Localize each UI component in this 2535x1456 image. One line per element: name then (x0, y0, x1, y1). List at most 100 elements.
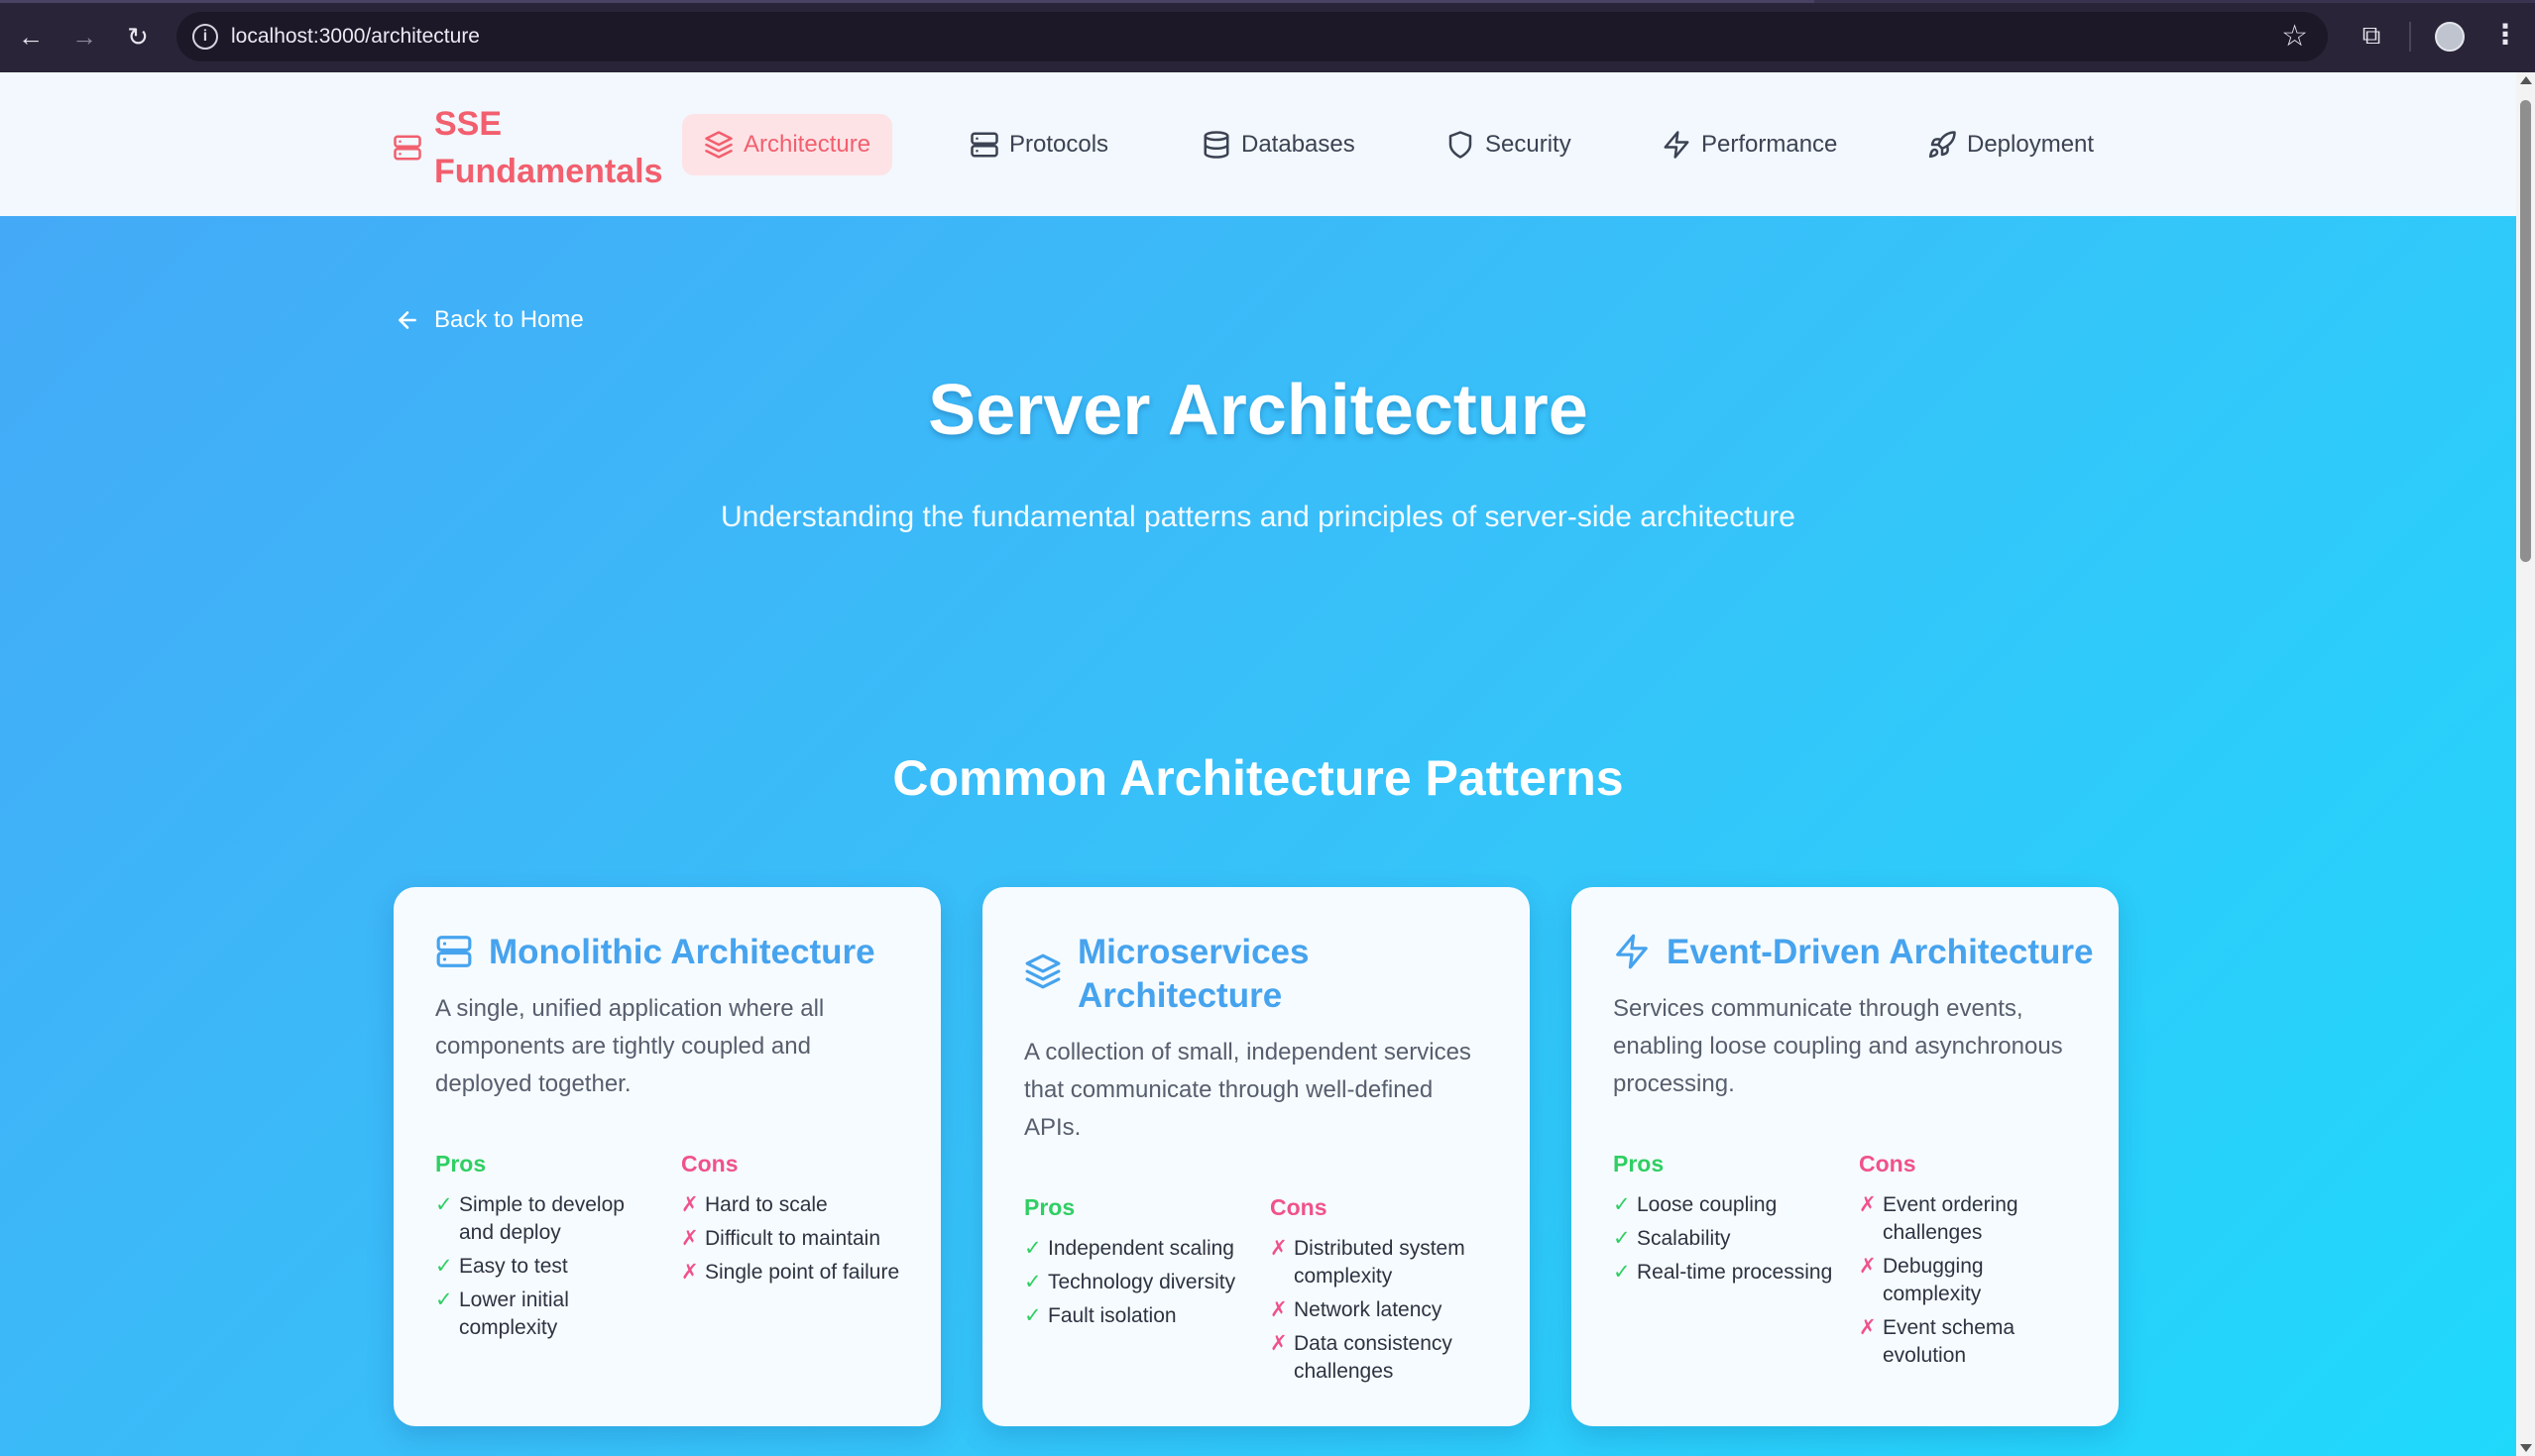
card-description: Services communicate through events, ena… (1613, 995, 2063, 1097)
nav-item-label: Databases (1241, 131, 1355, 158)
check-icon: ✓ (435, 1193, 453, 1216)
nav-item-protocols[interactable]: Protocols (948, 114, 1130, 175)
cons-heading: Cons (1859, 1151, 1916, 1176)
pros-item: ✓ Simple to develop and deploy (435, 1191, 663, 1247)
cons-item: ✗ Network latency (1270, 1296, 1498, 1324)
cross-icon: ✗ (1270, 1237, 1288, 1260)
pros-item: ✓ Scalability (1613, 1225, 1841, 1253)
check-icon: ✓ (1024, 1271, 1042, 1293)
tab-strip-line (0, 0, 2535, 3)
tab-strip-segment (0, 0, 1814, 3)
back-to-home-link[interactable]: Back to Home (395, 306, 584, 334)
scroll-up-arrow-icon[interactable] (2520, 76, 2532, 84)
page-title: Server Architecture (928, 371, 1588, 450)
pros-item-text: Loose coupling (1637, 1193, 1778, 1216)
cons-item-text: Event ordering challenges (1883, 1193, 2018, 1244)
pros-item: ✓ Fault isolation (1024, 1302, 1252, 1330)
scrollbar-thumb[interactable] (2520, 100, 2531, 562)
nav-item-databases[interactable]: Databases (1180, 114, 1377, 175)
pros-item: ✓ Easy to test (435, 1253, 663, 1281)
cons-item: ✗ Distributed system complexity (1270, 1235, 1498, 1290)
top-navbar: SSE Fundamentals Architecture Protocols … (0, 72, 2516, 216)
pattern-card-microservices: Microservices Architecture A collection … (982, 887, 1530, 1426)
pros-item: ✓ Lower initial complexity (435, 1287, 663, 1342)
cross-icon: ✗ (681, 1193, 699, 1216)
nav-item-security[interactable]: Security (1424, 114, 1593, 175)
card-title: Monolithic Architecture (489, 933, 875, 971)
cross-icon: ✗ (1859, 1193, 1877, 1216)
server-icon (394, 135, 421, 161)
pros-item-text: Scalability (1637, 1227, 1731, 1250)
browser-menu-icon[interactable]: ⋮ (2490, 18, 2520, 52)
nav-item-performance[interactable]: Performance (1640, 114, 1859, 175)
brand-logo[interactable]: SSE Fundamentals (393, 100, 672, 195)
cons-column: Cons ✗ Hard to scale ✗ Difficult to mainta… (681, 1151, 909, 1292)
forward-arrow-icon[interactable]: → (67, 20, 101, 54)
pros-column: Pros ✓ Loose coupling ✓ Scalability ✓ Real-… (1613, 1151, 1841, 1292)
rocket-icon (1928, 131, 1956, 159)
layers-icon (1025, 953, 1061, 989)
back-arrow-icon[interactable]: ← (14, 20, 48, 54)
nav-item-label: Deployment (1967, 131, 2095, 158)
cross-icon: ✗ (1859, 1255, 1877, 1278)
pros-column: Pros ✓ Independent scaling ✓ Technology di… (1024, 1194, 1252, 1336)
cons-column: Cons ✗ Event ordering challenges ✗ Debuggi… (1859, 1151, 2087, 1376)
cons-item-text: Event schema evolution (1883, 1316, 2016, 1367)
pros-item-text: Real-time processing (1637, 1261, 1833, 1284)
cons-item-text: Hard to scale (705, 1193, 828, 1216)
cross-icon: ✗ (1270, 1332, 1288, 1355)
nav-item-label: Architecture (744, 131, 871, 158)
cons-heading: Cons (1270, 1194, 1327, 1220)
cons-item-text: Network latency (1294, 1298, 1442, 1321)
page-scrollbar[interactable] (2516, 72, 2535, 1456)
card-header: Microservices Architecture (1024, 931, 1415, 1018)
address-bar[interactable]: i localhost:3000/architecture ☆ (176, 12, 2328, 61)
nav-item-label: Protocols (1009, 131, 1109, 158)
pros-item-text: Technology diversity (1048, 1271, 1236, 1293)
page-subtitle: Understanding the fundamental patterns a… (721, 501, 1795, 533)
check-icon: ✓ (1024, 1304, 1042, 1327)
pros-item: ✓ Loose coupling (1613, 1191, 1841, 1219)
address-url[interactable]: localhost:3000/architecture (231, 24, 480, 50)
nav-item-deployment[interactable]: Deployment (1905, 114, 2116, 175)
card-header: Event-Driven Architecture (1613, 931, 2094, 974)
page-viewport: SSE Fundamentals Architecture Protocols … (0, 72, 2516, 1456)
cons-item: ✗ Difficult to maintain (681, 1225, 909, 1253)
check-icon: ✓ (1613, 1261, 1631, 1284)
pros-item-text: Independent scaling (1048, 1237, 1234, 1260)
toolbar-divider (2409, 22, 2411, 52)
pattern-card-monolithic: Monolithic Architecture A single, unifie… (394, 887, 941, 1426)
pros-heading: Pros (1024, 1194, 1076, 1220)
pros-item: ✓ Technology diversity (1024, 1269, 1252, 1296)
pattern-card-event-driven: Event-Driven Architecture Services commu… (1571, 887, 2119, 1426)
pros-item: ✓ Real-time processing (1613, 1259, 1841, 1287)
cons-item-text: Data consistency challenges (1294, 1332, 1452, 1383)
zap-icon (1616, 934, 1648, 969)
bookmark-star-icon[interactable]: ☆ (2281, 20, 2308, 54)
card-description: A collection of small, independent servi… (1024, 1039, 1471, 1141)
scroll-down-arrow-icon[interactable] (2520, 1444, 2532, 1452)
check-icon: ✓ (1613, 1193, 1631, 1216)
card-title: Event-Driven Architecture (1667, 933, 2094, 971)
check-icon: ✓ (1613, 1227, 1631, 1250)
cross-icon: ✗ (1270, 1298, 1288, 1321)
profile-avatar[interactable] (2435, 22, 2465, 52)
database-icon (1204, 131, 1229, 159)
pros-item: ✓ Independent scaling (1024, 1235, 1252, 1263)
card-description: A single, unified application where all … (435, 995, 825, 1097)
site-info-icon[interactable]: i (192, 24, 218, 50)
back-link-label: Back to Home (434, 306, 584, 333)
nav-item-architecture[interactable]: Architecture (682, 114, 893, 175)
cross-icon: ✗ (681, 1227, 699, 1250)
card-title: Microservices Architecture (1078, 933, 1310, 1015)
reload-icon[interactable]: ↻ (121, 20, 155, 54)
cross-icon: ✗ (681, 1261, 699, 1284)
pros-item-text: Fault isolation (1048, 1304, 1177, 1327)
cons-item: ✗ Debugging complexity (1859, 1253, 2087, 1308)
cons-item: ✗ Event ordering challenges (1859, 1191, 2087, 1247)
extensions-icon[interactable]: ⧉ (2355, 18, 2388, 52)
arrow-left-icon (399, 311, 416, 329)
browser-toolbar: ← → ↻ i localhost:3000/architecture ☆ ⧉ … (0, 0, 2535, 72)
layers-icon (705, 131, 733, 159)
card-header: Monolithic Architecture (435, 931, 875, 974)
